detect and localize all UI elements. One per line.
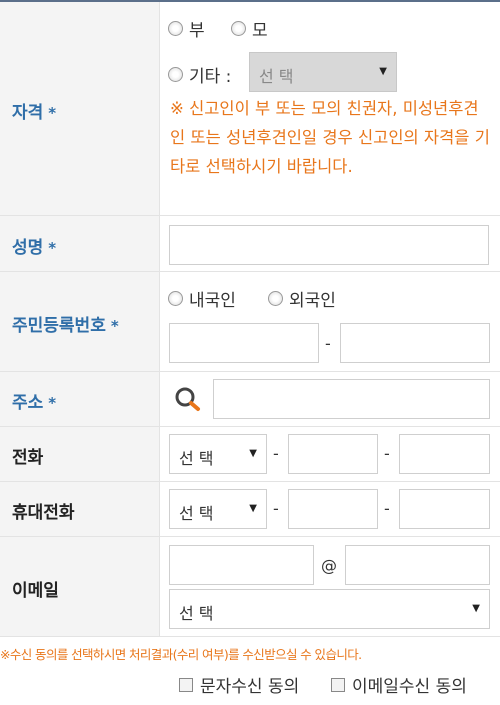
address-label: 주소 * — [12, 388, 56, 413]
email-domain-select-value: 선 택 — [179, 604, 214, 623]
email-consent-checkbox[interactable]: 이메일수신 동의 — [331, 672, 467, 697]
address-row: 주소 * — [0, 372, 500, 427]
required-star: * — [48, 104, 57, 122]
phone-label-cell: 전화 — [0, 427, 160, 481]
radio-mother-label: 모 — [252, 21, 268, 41]
mobile-prefix-select[interactable]: 선 택 ▼ — [169, 489, 267, 529]
phone-separator-2: - — [384, 444, 390, 463]
radio-father-label: 부 — [189, 21, 205, 41]
radio-other[interactable]: 기타 : — [168, 62, 231, 87]
phone-last-input[interactable] — [399, 434, 490, 474]
radio-dot[interactable] — [168, 21, 183, 36]
resident-id-part2-input[interactable] — [340, 323, 490, 363]
qualification-label-text: 자격 — [12, 103, 44, 123]
name-label: 성명 * — [12, 233, 56, 258]
resident-id-label: 주민등록번호 * — [12, 311, 119, 336]
radio-foreign[interactable]: 외국인 — [268, 286, 336, 311]
checkbox-box[interactable] — [179, 677, 193, 692]
email-label-cell: 이메일 — [0, 537, 160, 636]
radio-dot[interactable] — [168, 67, 183, 82]
radio-father[interactable]: 부 — [168, 16, 205, 41]
mobile-separator-2: - — [384, 499, 390, 518]
dropdown-arrow-icon: ▼ — [379, 66, 387, 77]
radio-dot[interactable] — [231, 21, 246, 36]
resident-id-part1-input[interactable] — [169, 323, 319, 363]
email-domain-input[interactable] — [345, 545, 490, 585]
required-star: * — [48, 394, 57, 412]
sms-consent-checkbox[interactable]: 문자수신 동의 — [179, 672, 299, 697]
radio-domestic[interactable]: 내국인 — [168, 286, 236, 311]
email-at-sign: @ — [321, 556, 337, 575]
mobile-label-cell: 휴대전화 — [0, 482, 160, 536]
resident-id-row: 주민등록번호 * 내국인 외국인 - — [0, 272, 500, 372]
phone-area-select-value: 선 택 — [179, 449, 214, 468]
qualification-other-select[interactable]: 선 택 ▼ — [249, 52, 397, 92]
consent-notice: ※수신 동의를 선택하시면 처리결과(수리 여부)를 수신받으실 수 있습니다. — [0, 647, 362, 662]
resident-id-separator: - — [325, 334, 331, 353]
radio-dot[interactable] — [268, 291, 283, 306]
qualification-notice: ※ 신고인이 부 또는 모의 친권자, 미성년후견인 또는 성년후견인일 경우 … — [170, 99, 490, 176]
name-row: 성명 * — [0, 216, 500, 272]
sms-consent-label: 문자수신 동의 — [200, 677, 300, 697]
mobile-row: 휴대전화 선 택 ▼ - - — [0, 482, 500, 537]
radio-foreign-label: 외국인 — [289, 291, 336, 311]
radio-domestic-label: 내국인 — [189, 291, 236, 311]
qualification-other-select-value: 선 택 — [259, 67, 294, 86]
email-consent-label: 이메일수신 동의 — [352, 677, 467, 697]
dropdown-arrow-icon: ▼ — [249, 503, 257, 514]
address-label-text: 주소 — [12, 393, 44, 413]
phone-label: 전화 — [12, 448, 44, 468]
name-label-cell: 성명 * — [0, 216, 160, 271]
radio-other-label: 기타 : — [189, 67, 232, 87]
applicant-form: 자격 * 부 모 기타 : 선 택 ▼ ※ 신고인이 부 또는 모의 친권자, 미… — [0, 0, 500, 637]
resident-id-label-text: 주민등록번호 — [12, 316, 106, 336]
address-label-cell: 주소 * — [0, 372, 160, 426]
resident-id-label-cell: 주민등록번호 * — [0, 272, 160, 371]
checkbox-box[interactable] — [331, 677, 345, 692]
search-icon[interactable] — [174, 386, 204, 414]
phone-separator-1: - — [273, 444, 279, 463]
email-domain-select[interactable]: 선 택 ▼ — [169, 589, 490, 629]
address-input[interactable] — [213, 379, 490, 419]
email-id-input[interactable] — [169, 545, 314, 585]
required-star: * — [48, 239, 57, 257]
mobile-last-input[interactable] — [399, 489, 490, 529]
radio-mother[interactable]: 모 — [231, 16, 268, 41]
name-input[interactable] — [169, 225, 489, 265]
qualification-label-cell: 자격 * — [0, 2, 160, 215]
qualification-label: 자격 * — [12, 98, 56, 123]
email-row: 이메일 @ 선 택 ▼ — [0, 537, 500, 637]
qualification-row: 자격 * 부 모 기타 : 선 택 ▼ ※ 신고인이 부 또는 모의 친권자, 미… — [0, 2, 500, 216]
mobile-middle-input[interactable] — [288, 489, 378, 529]
phone-middle-input[interactable] — [288, 434, 378, 474]
phone-area-select[interactable]: 선 택 ▼ — [169, 434, 267, 474]
required-star: * — [110, 317, 119, 335]
name-label-text: 성명 — [12, 238, 44, 258]
mobile-prefix-select-value: 선 택 — [179, 504, 214, 523]
phone-row: 전화 선 택 ▼ - - — [0, 427, 500, 482]
mobile-label: 휴대전화 — [12, 503, 75, 523]
email-label: 이메일 — [12, 581, 59, 601]
mobile-separator-1: - — [273, 499, 279, 518]
dropdown-arrow-icon: ▼ — [249, 448, 257, 459]
radio-dot[interactable] — [168, 291, 183, 306]
dropdown-arrow-icon: ▼ — [472, 603, 480, 614]
